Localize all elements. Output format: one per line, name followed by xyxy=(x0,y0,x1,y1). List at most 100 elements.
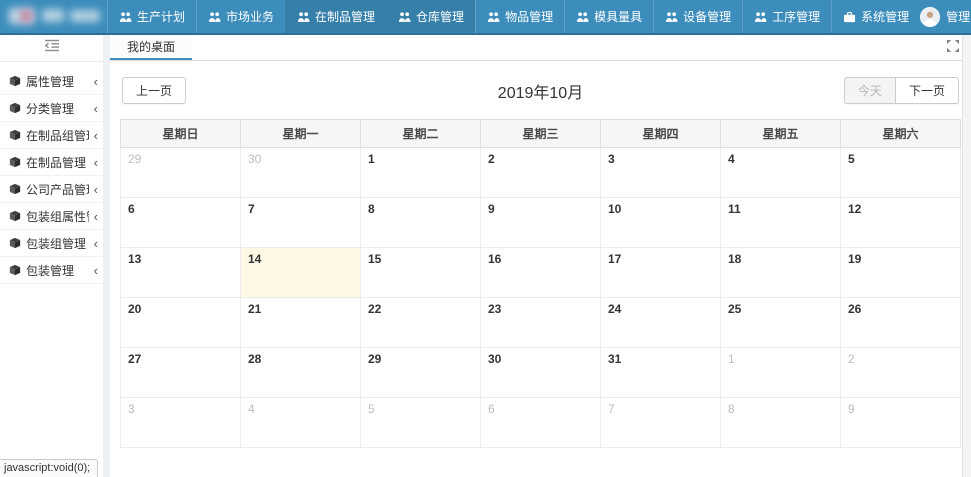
day-header: 星期三 xyxy=(481,120,601,148)
calendar-day-cell[interactable]: 29 xyxy=(121,148,241,198)
calendar-day-cell[interactable]: 26 xyxy=(841,298,961,348)
day-number: 3 xyxy=(608,152,615,166)
calendar-day-cell[interactable]: 24 xyxy=(601,298,721,348)
calendar-day-cell[interactable]: 29 xyxy=(361,348,481,398)
people-icon xyxy=(576,11,589,23)
day-number: 27 xyxy=(128,352,141,366)
calendar-day-cell[interactable]: 3 xyxy=(601,148,721,198)
calendar-day-cell[interactable]: 14 xyxy=(241,248,361,298)
briefcase-icon xyxy=(843,11,856,23)
calendar-day-cell[interactable]: 17 xyxy=(601,248,721,298)
sidebar-item[interactable]: 在制品管理‹ xyxy=(0,149,103,176)
chevron-left-icon: ‹ xyxy=(94,102,98,115)
scrollbar-track[interactable] xyxy=(962,35,971,477)
chevron-left-icon: ‹ xyxy=(94,237,98,250)
day-number: 31 xyxy=(608,352,621,366)
next-page-button[interactable]: 下一页 xyxy=(895,77,959,104)
status-tooltip: javascript:void(0); xyxy=(0,459,98,477)
sidebar-item-label: 分类管理 xyxy=(26,100,89,117)
day-number: 6 xyxy=(488,402,495,416)
sidebar-item[interactable]: 属性管理‹ xyxy=(0,68,103,95)
nav-item[interactable]: 物品管理 xyxy=(475,0,564,33)
sidebar-item-label: 属性管理 xyxy=(26,73,89,90)
calendar-day-cell[interactable]: 5 xyxy=(841,148,961,198)
calendar-day-cell[interactable]: 13 xyxy=(121,248,241,298)
calendar-day-cell[interactable]: 28 xyxy=(241,348,361,398)
calendar-day-cell[interactable]: 9 xyxy=(841,398,961,448)
day-number: 24 xyxy=(608,302,621,316)
sidebar-item-label: 包装管理 xyxy=(26,262,89,279)
calendar-day-cell[interactable]: 3 xyxy=(121,398,241,448)
nav-item[interactable]: 模具量具 xyxy=(564,0,653,33)
sidebar-item[interactable]: 包装组管理‹ xyxy=(0,230,103,257)
fullscreen-button[interactable] xyxy=(947,35,959,60)
calendar-day-cell[interactable]: 18 xyxy=(721,248,841,298)
calendar-day-cell[interactable]: 2 xyxy=(841,348,961,398)
calendar-day-cell[interactable]: 9 xyxy=(481,198,601,248)
calendar-day-cell[interactable]: 23 xyxy=(481,298,601,348)
day-header: 星期六 xyxy=(841,120,961,148)
calendar-day-cell[interactable]: 15 xyxy=(361,248,481,298)
calendar-day-cell[interactable]: 21 xyxy=(241,298,361,348)
nav-item[interactable]: 仓库管理 xyxy=(386,0,475,33)
sidebar-item[interactable]: 公司产品管理‹ xyxy=(0,176,103,203)
day-number: 18 xyxy=(728,252,741,266)
calendar-day-cell[interactable]: 19 xyxy=(841,248,961,298)
user-menu[interactable]: 管理员[管理员] xyxy=(920,0,971,33)
day-header: 星期二 xyxy=(361,120,481,148)
calendar-day-cell[interactable]: 11 xyxy=(721,198,841,248)
today-button[interactable]: 今天 xyxy=(844,77,896,104)
nav-item[interactable]: 系统管理 xyxy=(831,0,920,33)
prev-page-button[interactable]: 上一页 xyxy=(122,77,186,104)
calendar-day-cell[interactable]: 8 xyxy=(361,198,481,248)
calendar-week-row: 20212223 24 25 26 xyxy=(121,298,961,348)
sidebar-item[interactable]: 在制品组管理‹ xyxy=(0,122,103,149)
calendar-day-cell[interactable]: 16 xyxy=(481,248,601,298)
calendar-day-cell[interactable]: 1 xyxy=(721,348,841,398)
nav-item[interactable]: 生产计划 xyxy=(107,0,196,33)
sidebar-item-label: 包装组属性管理 xyxy=(26,208,89,225)
day-number: 4 xyxy=(248,402,255,416)
calendar-day-cell[interactable]: 10 xyxy=(601,198,721,248)
day-number: 11 xyxy=(728,202,741,216)
box-icon xyxy=(9,183,21,195)
calendar-day-cell[interactable]: 7 xyxy=(601,398,721,448)
nav-item-label: 系统管理 xyxy=(861,8,909,25)
calendar-day-cell[interactable]: 22 xyxy=(361,298,481,348)
tab-bar: 我的桌面 xyxy=(110,35,971,61)
day-number: 29 xyxy=(128,152,141,166)
sidebar-item[interactable]: 分类管理 ‹ xyxy=(0,95,103,122)
nav-item-label: 市场业务 xyxy=(226,8,274,25)
calendar-header-row: 星期日星期一星期二星期三星期四星期五星期六 xyxy=(121,120,961,148)
nav-item[interactable]: 工序管理 xyxy=(742,0,831,33)
tab-my-desktop[interactable]: 我的桌面 xyxy=(110,35,192,60)
day-number: 16 xyxy=(488,252,501,266)
calendar-day-cell[interactable]: 6 xyxy=(121,198,241,248)
calendar-day-cell[interactable]: 12 xyxy=(841,198,961,248)
calendar-day-cell[interactable]: 20 xyxy=(121,298,241,348)
calendar-day-cell[interactable]: 8 xyxy=(721,398,841,448)
sidebar-item[interactable]: 包装管理‹ xyxy=(0,257,103,284)
calendar-day-cell[interactable]: 30 xyxy=(241,148,361,198)
calendar-day-cell[interactable]: 25 xyxy=(721,298,841,348)
sidebar-item[interactable]: 包装组属性管理‹ xyxy=(0,203,103,230)
calendar-day-cell[interactable]: 27 xyxy=(121,348,241,398)
sidebar-collapse-button[interactable] xyxy=(0,35,103,62)
calendar-day-cell[interactable]: 4 xyxy=(721,148,841,198)
nav-item[interactable]: 在制品管理 xyxy=(285,0,386,33)
box-icon xyxy=(9,129,21,141)
sidebar-gutter xyxy=(103,35,110,477)
calendar-day-cell[interactable]: 7 xyxy=(241,198,361,248)
calendar-day-cell[interactable]: 5 xyxy=(361,398,481,448)
calendar-day-cell[interactable]: 30 xyxy=(481,348,601,398)
calendar-day-cell[interactable]: 4 xyxy=(241,398,361,448)
calendar-day-cell[interactable]: 31 xyxy=(601,348,721,398)
nav-item[interactable]: 设备管理 xyxy=(653,0,742,33)
calendar-day-cell[interactable]: 6 xyxy=(481,398,601,448)
calendar-day-cell[interactable]: 2 xyxy=(481,148,601,198)
calendar-body: 2930123456789101112131415161718192021222… xyxy=(121,148,961,448)
nav-item[interactable]: 市场业务 xyxy=(196,0,285,33)
day-number: 26 xyxy=(848,302,861,316)
day-number: 29 xyxy=(368,352,381,366)
calendar-day-cell[interactable]: 1 xyxy=(361,148,481,198)
